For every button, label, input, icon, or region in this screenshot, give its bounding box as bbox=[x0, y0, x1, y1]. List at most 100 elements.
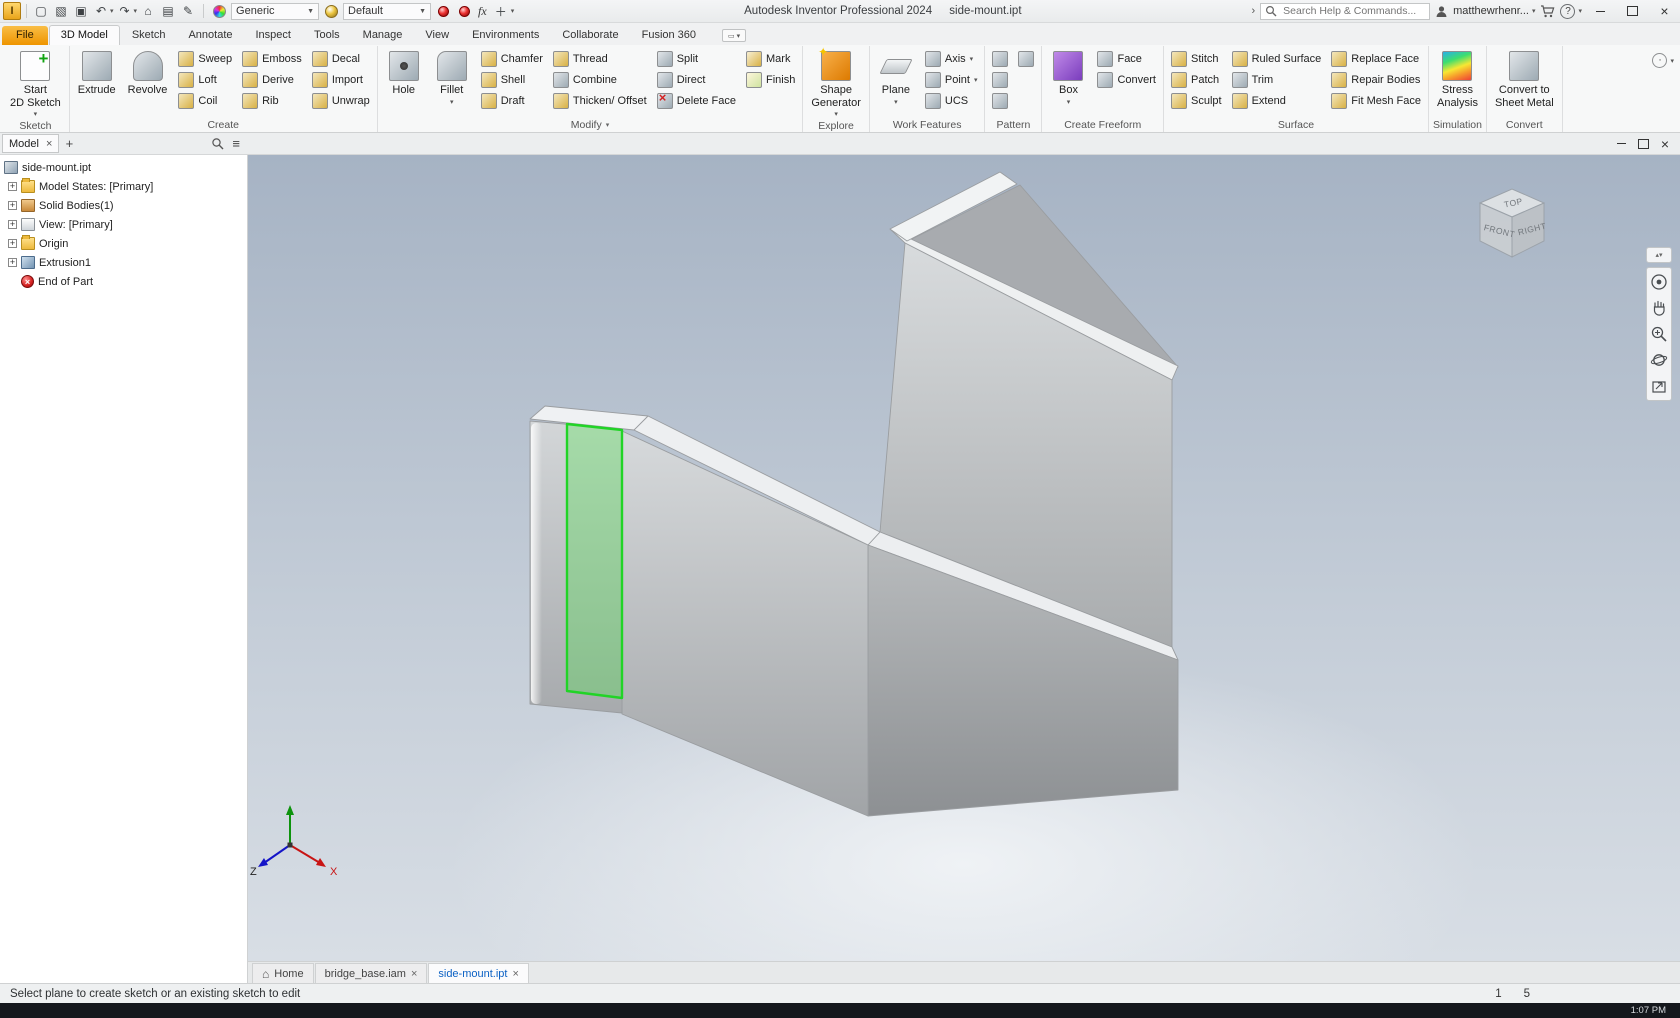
zoom-icon[interactable] bbox=[1648, 322, 1670, 346]
browser-menu-icon[interactable]: ≡ bbox=[232, 136, 240, 151]
help-icon[interactable]: ? bbox=[1560, 4, 1575, 19]
direct-button[interactable]: Direct bbox=[653, 70, 740, 90]
inventor-logo[interactable]: I bbox=[3, 2, 21, 20]
finish-button[interactable]: Finish bbox=[742, 70, 799, 90]
fillet-button[interactable]: Fillet▾ bbox=[429, 47, 475, 108]
expand-icon[interactable]: + bbox=[8, 201, 17, 210]
convert-to-sheet-metal-button[interactable]: Convert to Sheet Metal bbox=[1490, 47, 1559, 111]
ribbon-tab-environments[interactable]: Environments bbox=[461, 26, 550, 45]
undo-icon[interactable]: ↶ bbox=[92, 2, 110, 20]
sculpt-button[interactable]: Sculpt bbox=[1167, 91, 1226, 111]
revolve-button[interactable]: Revolve bbox=[123, 47, 173, 99]
stress-analysis-button[interactable]: Stress Analysis bbox=[1432, 47, 1483, 111]
minimize-button[interactable] bbox=[1587, 0, 1614, 22]
search-input[interactable] bbox=[1281, 4, 1425, 18]
ribbon-tab-annotate[interactable]: Annotate bbox=[177, 26, 243, 45]
clipboard-icon[interactable]: ▤ bbox=[159, 2, 177, 20]
ribbon-collapse-button[interactable]: ▭ ▾ bbox=[722, 29, 746, 42]
ribbon-tab-manage[interactable]: Manage bbox=[352, 26, 414, 45]
appearance-dropdown[interactable]: Default▼ bbox=[343, 3, 431, 20]
tree-item-model-states-primary[interactable]: +Model States: [Primary] bbox=[0, 177, 247, 196]
orbit-icon[interactable] bbox=[1648, 348, 1670, 372]
expand-icon[interactable]: + bbox=[8, 182, 17, 191]
delete-face-button[interactable]: Delete Face bbox=[653, 91, 740, 111]
user-menu-chevron[interactable]: ▾ bbox=[1532, 7, 1536, 15]
expand-icon[interactable]: + bbox=[8, 258, 17, 267]
thicken-offset-button[interactable]: Thicken/ Offset bbox=[549, 91, 651, 111]
repair-bodies-button[interactable]: Repair Bodies bbox=[1327, 70, 1425, 90]
coil-button[interactable]: Coil bbox=[174, 91, 236, 111]
rib-button[interactable]: Rib bbox=[238, 91, 306, 111]
add-browser-tab-button[interactable]: + bbox=[61, 136, 77, 151]
redo-icon[interactable]: ↷ bbox=[116, 2, 134, 20]
add-command-icon[interactable]: ＋ bbox=[492, 2, 510, 20]
patch-button[interactable]: Patch bbox=[1167, 70, 1226, 90]
view-cube[interactable]: TOP FRONT RIGHT bbox=[1460, 179, 1564, 271]
ruled-surface-button[interactable]: Ruled Surface bbox=[1228, 49, 1326, 69]
tree-item-solid-bodies-1[interactable]: +Solid Bodies(1) bbox=[0, 196, 247, 215]
shell-button[interactable]: Shell bbox=[477, 70, 547, 90]
open-icon[interactable]: ▧ bbox=[52, 2, 70, 20]
point-button[interactable]: Point▾ bbox=[921, 70, 982, 90]
sweep-button[interactable]: Sweep bbox=[174, 49, 236, 69]
document-tab-home[interactable]: ⌂Home bbox=[252, 963, 314, 983]
appearance-clear-icon[interactable] bbox=[455, 2, 473, 20]
navbar-dock-button[interactable]: ▴▾ bbox=[1646, 247, 1672, 263]
help-search-box[interactable] bbox=[1260, 3, 1430, 20]
circular-pattern-button[interactable] bbox=[988, 70, 1012, 90]
new-file-icon[interactable]: ▢ bbox=[32, 2, 50, 20]
chamfer-button[interactable]: Chamfer bbox=[477, 49, 547, 69]
undo-icon-dropdown[interactable]: ▾ bbox=[110, 7, 114, 15]
document-tab-side-mount-ipt[interactable]: side-mount.ipt× bbox=[428, 963, 529, 983]
trim-button[interactable]: Trim bbox=[1228, 70, 1326, 90]
derive-button[interactable]: Derive bbox=[238, 70, 306, 90]
mark-button[interactable]: Mark bbox=[742, 49, 799, 69]
expand-icon[interactable]: + bbox=[8, 239, 17, 248]
viewport-3d[interactable]: TOP FRONT RIGHT ▴▾ bbox=[248, 155, 1680, 961]
thread-button[interactable]: Thread bbox=[549, 49, 651, 69]
expand-arrow-icon[interactable]: › bbox=[1251, 5, 1255, 17]
ribbon-tab-fusion-360[interactable]: Fusion 360 bbox=[631, 26, 707, 45]
close-button[interactable]: × bbox=[1651, 0, 1678, 22]
part-model[interactable] bbox=[248, 155, 1680, 961]
cart-icon[interactable] bbox=[1540, 5, 1555, 18]
maximize-button[interactable] bbox=[1619, 0, 1646, 22]
replace-face-button[interactable]: Replace Face bbox=[1327, 49, 1425, 69]
tree-item-side-mount-ipt[interactable]: side-mount.ipt bbox=[0, 158, 247, 177]
tree-item-extrusion1[interactable]: +Extrusion1 bbox=[0, 253, 247, 272]
rectangular-pattern-button[interactable] bbox=[988, 49, 1012, 69]
fit-mesh-face-button[interactable]: Fit Mesh Face bbox=[1327, 91, 1425, 111]
look-at-icon[interactable] bbox=[1648, 374, 1670, 398]
mirror-pattern-button[interactable] bbox=[1014, 49, 1038, 69]
appearance-adjust-icon[interactable] bbox=[434, 2, 452, 20]
document-restore-button[interactable] bbox=[1632, 134, 1654, 154]
emboss-button[interactable]: Emboss bbox=[238, 49, 306, 69]
face-button[interactable]: Face bbox=[1093, 49, 1160, 69]
axis-button[interactable]: Axis▾ bbox=[921, 49, 982, 69]
draft-button[interactable]: Draft bbox=[477, 91, 547, 111]
document-tab-bridge-base-iam[interactable]: bridge_base.iam× bbox=[315, 963, 428, 983]
close-icon[interactable]: × bbox=[512, 968, 518, 980]
part-faces[interactable] bbox=[530, 172, 1178, 816]
help-menu-chevron[interactable]: ▾ bbox=[1578, 7, 1582, 15]
ribbon-tab-sketch[interactable]: Sketch bbox=[121, 26, 177, 45]
unwrap-button[interactable]: Unwrap bbox=[308, 91, 374, 111]
annotate-pen-icon[interactable]: ✎ bbox=[179, 2, 197, 20]
close-icon[interactable]: × bbox=[46, 138, 52, 150]
stitch-button[interactable]: Stitch bbox=[1167, 49, 1226, 69]
ucs-button[interactable]: UCS bbox=[921, 91, 982, 111]
browser-search-icon[interactable] bbox=[211, 137, 224, 150]
home-icon[interactable]: ⌂ bbox=[139, 2, 157, 20]
start-2d-sketch-button[interactable]: Start 2D Sketch▾ bbox=[5, 47, 66, 120]
ribbon-tab-3d-model[interactable]: 3D Model bbox=[49, 25, 120, 45]
material-dropdown[interactable]: Generic▼ bbox=[231, 3, 319, 20]
panel-label-modify[interactable]: Modify▾ bbox=[381, 117, 800, 132]
pan-icon[interactable] bbox=[1648, 296, 1670, 320]
ribbon-tab-file[interactable]: File bbox=[2, 26, 48, 45]
ribbon-tab-view[interactable]: View bbox=[414, 26, 460, 45]
split-button[interactable]: Split bbox=[653, 49, 740, 69]
plane-button[interactable]: Plane▾ bbox=[873, 47, 919, 108]
shape-generator-button[interactable]: Shape Generator▾ bbox=[806, 47, 866, 120]
ribbon-tab-inspect[interactable]: Inspect bbox=[245, 26, 302, 45]
save-icon[interactable]: ▣ bbox=[72, 2, 90, 20]
